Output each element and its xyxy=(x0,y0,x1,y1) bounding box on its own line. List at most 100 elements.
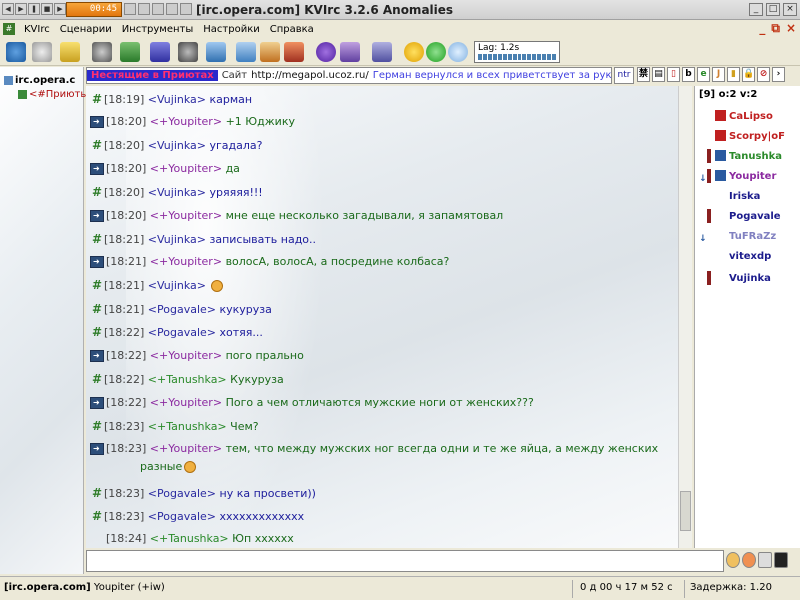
chat-scrollbar[interactable] xyxy=(678,86,692,548)
chat-scrollbar-thumb[interactable] xyxy=(680,491,691,531)
message-input[interactable] xyxy=(86,550,724,572)
message-nick[interactable]: <Pogavale> xyxy=(148,487,216,500)
prev-icon[interactable]: ◀ xyxy=(2,3,14,15)
message-nick[interactable]: <+Tanushka> xyxy=(148,373,227,386)
emoticon-icon[interactable] xyxy=(742,552,756,568)
folder-icon[interactable] xyxy=(60,42,80,62)
minimize-button[interactable]: _ xyxy=(749,3,763,16)
refresh-icon[interactable] xyxy=(426,42,446,62)
stop-icon[interactable]: ■ xyxy=(41,3,53,15)
message-time: [18:23] xyxy=(104,487,145,500)
volume-icon[interactable] xyxy=(124,3,136,15)
search-icon[interactable] xyxy=(32,42,52,62)
maximize-button[interactable]: □ xyxy=(766,3,780,16)
close-button[interactable]: × xyxy=(783,3,797,16)
notes-icon[interactable]: ▮ xyxy=(727,67,740,82)
tree-server-item[interactable]: irc.opera.c xyxy=(4,75,75,86)
message-nick[interactable]: <+Tanushka> xyxy=(150,532,229,545)
message-nick[interactable]: <+Youpiter> xyxy=(150,162,222,175)
mdi-minimize-button[interactable]: _ xyxy=(759,22,765,34)
options-icon[interactable] xyxy=(92,42,112,62)
next-icon[interactable]: ▶ xyxy=(54,3,66,15)
status-divider xyxy=(572,580,573,598)
identity-icon[interactable] xyxy=(150,42,170,62)
message-nick[interactable]: <+Youpiter> xyxy=(150,255,222,268)
ban-list-icon[interactable]: 禁 xyxy=(637,67,650,82)
message-nick[interactable]: <Pogavale> xyxy=(148,510,216,523)
user-list-item[interactable]: vitexdp xyxy=(697,248,797,266)
menu-help[interactable]: Справка xyxy=(265,24,319,35)
paint-icon[interactable] xyxy=(284,42,304,62)
message-nick[interactable]: <Pogavale> xyxy=(148,303,216,316)
connect-icon[interactable] xyxy=(6,42,26,62)
network-icon[interactable] xyxy=(206,42,226,62)
servers-icon[interactable] xyxy=(120,42,140,62)
user-list-item[interactable]: Scorpy|oF xyxy=(697,128,797,146)
mdi-close-button[interactable]: × xyxy=(786,22,796,34)
message-nick[interactable]: <Vujinka> xyxy=(148,186,206,199)
mdi-restore-button[interactable]: ⧉ xyxy=(771,22,780,34)
message-nick[interactable]: <+Tanushka> xyxy=(148,420,227,433)
message-nick[interactable]: <+Youpiter> xyxy=(150,442,222,455)
message-time: [18:21] xyxy=(106,255,147,268)
message-nick[interactable]: <+Youpiter> xyxy=(150,396,222,409)
channel-mode-button[interactable]: ntr xyxy=(614,67,634,84)
theme-icon[interactable] xyxy=(260,42,280,62)
message-nick[interactable]: <Pogavale> xyxy=(148,326,216,339)
message-nick[interactable]: <Vujinka> xyxy=(148,93,206,106)
split-view-icon[interactable]: ▤ xyxy=(652,67,665,82)
user-list-item[interactable]: Vujinka xyxy=(697,270,797,288)
history-icon[interactable] xyxy=(726,552,740,568)
help-icon[interactable] xyxy=(316,42,336,62)
message-nick[interactable]: <+Youpiter> xyxy=(150,209,222,222)
message-nick[interactable]: <+Youpiter> xyxy=(150,115,222,128)
menu-scripts[interactable]: Сценарии xyxy=(55,24,117,35)
message-nick[interactable]: <Vujinka> xyxy=(148,233,206,246)
terminal-icon[interactable] xyxy=(774,552,788,568)
settings-icon[interactable] xyxy=(180,3,192,15)
user-list-item[interactable]: Iriska xyxy=(697,188,797,206)
user-list-item[interactable]: ↓ Youpiter xyxy=(697,168,797,186)
chat-bubble-icon[interactable] xyxy=(448,42,468,62)
user-list-item[interactable]: Pogavale xyxy=(697,208,797,226)
lock-icon[interactable]: 🔒 xyxy=(742,67,755,82)
user-list-item[interactable]: Tanushka xyxy=(697,148,797,166)
topic-bar[interactable]: Нестящие в Приютах Сайт http://megapol.uco… xyxy=(86,67,612,84)
info-icon[interactable] xyxy=(166,3,178,15)
expand-icon[interactable]: › xyxy=(772,67,785,82)
message-text: ххххххххххххх xyxy=(219,510,305,523)
users-icon[interactable] xyxy=(178,42,198,62)
play-icon[interactable]: ▶ xyxy=(15,3,27,15)
color-icon[interactable]: J xyxy=(712,67,725,82)
topic-url[interactable]: http://megapol.ucoz.ru/ xyxy=(247,70,369,81)
message-nick[interactable]: <Vujinka> xyxy=(148,279,206,292)
menu-kvirc[interactable]: KVIrc xyxy=(19,24,55,35)
multiline-icon[interactable] xyxy=(758,552,772,568)
message-continuation: разные xyxy=(140,460,197,473)
chat-message: # [18:21] <Vujinka> записывать надо.. xyxy=(90,230,670,249)
eject-icon[interactable] xyxy=(152,3,164,15)
windows-icon[interactable] xyxy=(236,42,256,62)
tree-channel-item[interactable]: <#Приюты xyxy=(18,89,88,100)
menu-settings[interactable]: Настройки xyxy=(198,24,264,35)
user-list-item[interactable]: ↓ TuFRaZz xyxy=(697,228,797,246)
chat-view[interactable]: #[18:19] <Vujinka> карман[18:20] <+Youpi… xyxy=(86,86,678,548)
menu-tools[interactable]: Инструменты xyxy=(117,24,199,35)
message-text: карман xyxy=(209,93,253,106)
user-list-item[interactable]: CaLipso xyxy=(697,108,797,126)
speaker-icon[interactable] xyxy=(372,42,392,62)
sun-icon[interactable] xyxy=(404,42,424,62)
chat-message: # [18:19] <Vujinka> карман xyxy=(90,90,670,109)
encoding-icon[interactable]: e xyxy=(697,67,710,82)
status-user: Youpiter (+iw) xyxy=(93,582,165,593)
pause-icon[interactable]: ❚ xyxy=(28,3,40,15)
chat-message: [18:22] <+Youpiter> Пого а чем отличаютс… xyxy=(90,394,670,412)
log-icon[interactable]: ▯ xyxy=(667,67,680,82)
playlist-icon[interactable] xyxy=(138,3,150,15)
channel-message-icon: # xyxy=(91,138,103,152)
ignore-icon[interactable]: ⊘ xyxy=(757,67,770,82)
home-icon[interactable] xyxy=(340,42,360,62)
message-nick[interactable]: <Vujinka> xyxy=(148,139,206,152)
bold-icon[interactable]: b xyxy=(682,67,695,82)
message-nick[interactable]: <+Youpiter> xyxy=(150,349,222,362)
